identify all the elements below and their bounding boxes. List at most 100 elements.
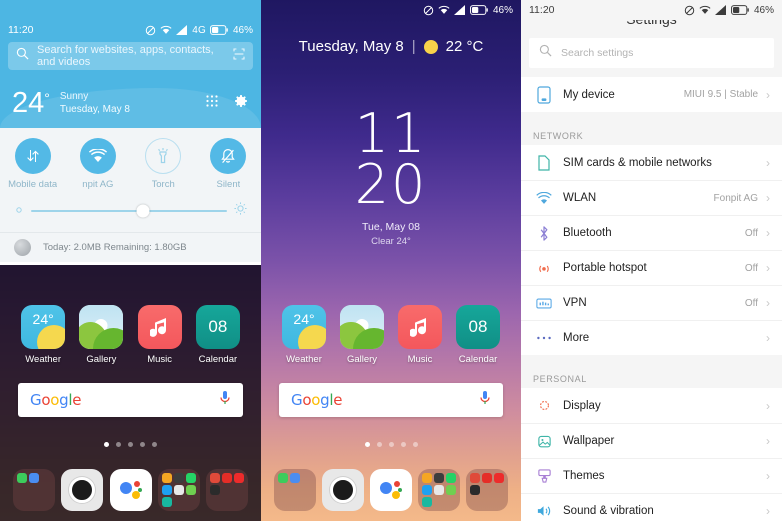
vpn-icon bbox=[533, 297, 555, 310]
battery-icon bbox=[210, 25, 228, 35]
calendar-app-icon: 08 bbox=[456, 305, 500, 349]
quick-toggle-silent[interactable]: Silent bbox=[196, 138, 261, 190]
google-search-bar-dim[interactable]: Google bbox=[18, 383, 243, 417]
chevron-right-icon: › bbox=[766, 226, 770, 240]
app-row: 24° Weather Gallery Music 08 Calendar bbox=[261, 305, 521, 365]
chevron-right-icon: › bbox=[766, 398, 770, 413]
settings-row-portable-hotspot[interactable]: Portable hotspot Off › bbox=[521, 250, 782, 285]
google-search-bar[interactable]: Google bbox=[279, 383, 503, 417]
status-bar: 11:20 46% bbox=[521, 0, 782, 20]
dock-camera[interactable] bbox=[319, 469, 367, 511]
shade-search-input[interactable]: Search for websites, apps, contacts, and… bbox=[8, 42, 253, 70]
notification-shade: 11:20 4G 46% Search for websites, apps, … bbox=[0, 0, 261, 265]
home-header-temp: 22 °C bbox=[445, 38, 484, 55]
battery-percent: 46% bbox=[492, 4, 513, 16]
clock-widget[interactable]: 11 20 Tue, May 08 Clear 24° bbox=[261, 106, 521, 246]
grid-icon[interactable] bbox=[205, 94, 219, 113]
settings-row-sim-cards[interactable]: SIM cards & mobile networks › bbox=[521, 145, 782, 180]
dock-camera[interactable] bbox=[58, 469, 106, 511]
calendar-icon-day: 08 bbox=[468, 317, 488, 336]
gallery-app-icon bbox=[340, 305, 384, 349]
app-music[interactable]: Music bbox=[391, 305, 449, 365]
music-app-icon bbox=[398, 305, 442, 349]
settings-row-bluetooth[interactable]: Bluetooth Off › bbox=[521, 215, 782, 250]
microphone-icon[interactable] bbox=[479, 390, 491, 411]
settings-row-label: SIM cards & mobile networks bbox=[563, 156, 712, 169]
search-placeholder: Search settings bbox=[561, 47, 634, 59]
app-label: Music bbox=[407, 354, 433, 365]
dock-folder-apps[interactable] bbox=[155, 469, 203, 511]
dock-dim bbox=[0, 469, 261, 511]
brightness-high-icon bbox=[234, 202, 247, 220]
brightness-slider[interactable] bbox=[0, 190, 261, 232]
settings-row-label: WLAN bbox=[563, 192, 597, 204]
dock-folder-media[interactable] bbox=[463, 469, 511, 511]
scan-icon[interactable] bbox=[233, 47, 245, 65]
microphone-icon[interactable] bbox=[219, 390, 231, 411]
shade-weather-widget[interactable]: 24 ° Sunny Tuesday, May 8 bbox=[0, 78, 261, 128]
dock-google-assistant[interactable] bbox=[106, 469, 154, 511]
settings-row-my-device[interactable]: My device MIUI 9.5 | Stable › bbox=[521, 77, 782, 112]
app-calendar[interactable]: 08 Calendar bbox=[449, 305, 507, 365]
home-header-separator: | bbox=[411, 38, 416, 55]
chevron-right-icon: › bbox=[766, 434, 770, 448]
dock-folder-media[interactable] bbox=[203, 469, 251, 511]
chevron-right-icon: › bbox=[766, 155, 770, 170]
hotspot-icon bbox=[533, 261, 555, 275]
page-indicator[interactable] bbox=[261, 442, 521, 447]
shade-search-placeholder: Search for websites, apps, contacts, and… bbox=[37, 44, 214, 68]
dock-folder-communication[interactable] bbox=[271, 469, 319, 511]
home-header-date: Tuesday, May 8 bbox=[298, 38, 404, 55]
settings-row-sound-vibration[interactable]: Sound & vibration › bbox=[521, 493, 782, 521]
app-weather[interactable]: 24° Weather bbox=[275, 305, 333, 365]
app-music[interactable]: Music bbox=[131, 305, 189, 365]
clock-minutes: 20 bbox=[354, 153, 428, 217]
wifi-icon bbox=[699, 5, 711, 15]
display-brightness-icon bbox=[533, 398, 555, 413]
settings-row-vpn[interactable]: VPN Off › bbox=[521, 285, 782, 320]
weather-app-icon: 24° bbox=[21, 305, 66, 349]
dnd-icon bbox=[145, 25, 156, 36]
app-weather[interactable]: 24° Weather bbox=[14, 305, 72, 365]
shade-drag-handle[interactable] bbox=[0, 262, 261, 265]
dnd-icon bbox=[684, 5, 695, 16]
quick-toggle-mobile-data[interactable]: Mobile data bbox=[0, 138, 65, 190]
dock-folder-apps[interactable] bbox=[415, 469, 463, 511]
settings-group-title-personal: PERSONAL bbox=[521, 362, 782, 388]
settings-row-label: More bbox=[563, 332, 590, 344]
search-icon bbox=[539, 44, 552, 62]
weather-date: Tuesday, May 8 bbox=[59, 104, 130, 115]
brightness-track[interactable] bbox=[31, 204, 227, 218]
app-calendar[interactable]: 08 Calendar bbox=[189, 305, 247, 365]
quick-toggle-torch[interactable]: Torch bbox=[131, 138, 196, 190]
settings-row-wlan[interactable]: WLAN Fonpit AG › bbox=[521, 180, 782, 215]
clock-date: Tue, May 08 bbox=[362, 220, 420, 233]
app-gallery[interactable]: Gallery bbox=[333, 305, 391, 365]
data-usage-bar[interactable]: Today: 2.0MB Remaining: 1.80GB bbox=[0, 232, 261, 262]
brightness-knob[interactable] bbox=[136, 204, 150, 218]
google-logo: Google bbox=[291, 391, 343, 409]
search-input[interactable]: Search settings bbox=[529, 38, 774, 68]
shade-weather-temp: 24 ° bbox=[12, 88, 50, 118]
app-label: Calendar bbox=[458, 354, 498, 365]
settings-row-wallpaper[interactable]: Wallpaper › bbox=[521, 423, 782, 458]
music-app-icon bbox=[137, 305, 182, 349]
home-weather-header[interactable]: Tuesday, May 8 | 22 °C bbox=[261, 38, 521, 55]
settings-row-display[interactable]: Display › bbox=[521, 388, 782, 423]
app-gallery[interactable]: Gallery bbox=[72, 305, 130, 365]
settings-row-label: My device bbox=[563, 88, 615, 101]
settings-row-label: Wallpaper bbox=[563, 435, 615, 447]
settings-row-themes[interactable]: Themes › bbox=[521, 458, 782, 493]
wifi-icon bbox=[533, 191, 555, 205]
calendar-icon-day: 08 bbox=[208, 317, 228, 336]
settings-row-value: Off bbox=[744, 227, 758, 239]
dock-folder-communication[interactable] bbox=[10, 469, 58, 511]
settings-row-label: Themes bbox=[563, 470, 605, 482]
chevron-right-icon: › bbox=[766, 191, 770, 205]
gear-icon[interactable] bbox=[233, 93, 249, 114]
weather-icon-temp: 24° bbox=[32, 311, 54, 327]
settings-row-more[interactable]: More › bbox=[521, 320, 782, 355]
quick-toggle-wifi[interactable]: npit AG bbox=[65, 138, 130, 190]
dock-google-assistant[interactable] bbox=[367, 469, 415, 511]
battery-percent: 46% bbox=[232, 24, 253, 36]
